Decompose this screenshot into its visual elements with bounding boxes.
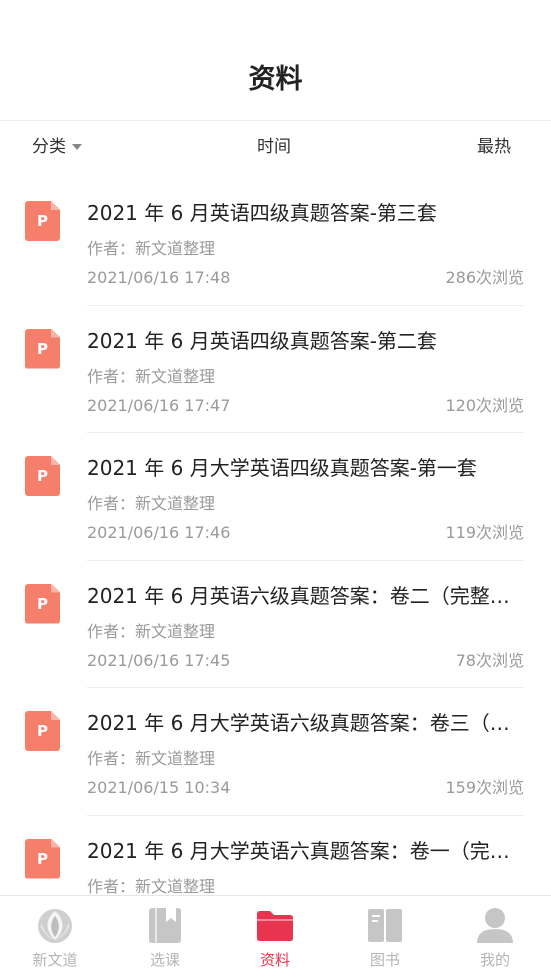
list-item[interactable]: P 2021 年 6 月大学英语四级真题答案-第一套 作者：新文道整理 2021… xyxy=(0,433,551,561)
item-author: 作者：新文道整理 xyxy=(87,494,216,513)
item-views: 119次浏览 xyxy=(445,523,524,542)
tab-bar: 新文道 选课 资料 图书 我的 xyxy=(0,895,551,979)
filter-category-label: 分类 xyxy=(32,137,66,157)
page: 资料 分类 时间 最热 P 2021 年 6 月英语四级真题答案-第三套 作者：… xyxy=(0,0,551,979)
material-list: P 2021 年 6 月英语四级真题答案-第三套 作者：新文道整理 2021/0… xyxy=(0,178,551,943)
tab-course[interactable]: 选课 xyxy=(110,896,220,979)
pdf-file-icon: P xyxy=(25,201,60,241)
pdf-file-icon: P xyxy=(25,328,60,369)
filter-hot[interactable]: 最热 xyxy=(477,135,511,159)
course-book-icon xyxy=(149,908,181,943)
list-item[interactable]: P 2021 年 6 月英语六级真题答案：卷二（完整版） 作者：新文道整理 20… xyxy=(0,561,551,688)
pdf-file-icon: P xyxy=(25,583,60,624)
item-date: 2021/06/16 17:46 xyxy=(87,523,231,542)
item-title: 2021 年 6 月大学英语四级真题答案-第一套 xyxy=(87,456,477,480)
pdf-file-icon: P xyxy=(25,711,60,751)
book-icon xyxy=(368,909,402,942)
tab-profile[interactable]: 我的 xyxy=(440,896,550,979)
pdf-file-icon: P xyxy=(25,838,60,879)
header: 资料 xyxy=(0,0,551,121)
item-title: 2021 年 6 月英语六级真题答案：卷二（完整版） xyxy=(87,583,527,608)
page-title: 资料 xyxy=(248,64,303,95)
tab-materials[interactable]: 资料 xyxy=(220,896,330,979)
item-title: 2021 年 6 月英语四级真题答案-第三套 xyxy=(87,201,437,225)
tab-label: 选课 xyxy=(149,951,180,969)
xinwendao-logo-icon xyxy=(38,909,72,943)
item-views: 78次浏览 xyxy=(455,650,524,670)
tab-label: 资料 xyxy=(259,951,290,969)
tab-books[interactable]: 图书 xyxy=(330,896,440,979)
item-views: 120次浏览 xyxy=(445,395,524,415)
list-item[interactable]: P 2021 年 6 月英语四级真题答案-第三套 作者：新文道整理 2021/0… xyxy=(0,178,551,306)
caret-down-icon xyxy=(72,144,82,150)
item-date: 2021/06/15 10:34 xyxy=(87,778,231,797)
item-views: 286次浏览 xyxy=(445,268,524,287)
item-date: 2021/06/16 17:47 xyxy=(87,395,231,415)
tab-label: 图书 xyxy=(369,951,400,969)
item-date: 2021/06/16 17:45 xyxy=(87,650,231,670)
user-icon xyxy=(477,908,513,943)
item-views: 159次浏览 xyxy=(445,778,524,797)
item-author: 作者：新文道整理 xyxy=(87,621,216,641)
filter-time[interactable]: 时间 xyxy=(257,135,291,159)
item-author: 作者：新文道整理 xyxy=(87,749,216,768)
item-title: 2021 年 6 月大学英语六真题答案：卷一（完整版） xyxy=(87,838,527,863)
filter-bar: 分类 时间 最热 xyxy=(0,121,551,173)
item-author: 作者：新文道整理 xyxy=(87,366,216,386)
folder-icon xyxy=(257,911,293,941)
tab-xinwendao[interactable]: 新文道 xyxy=(0,896,110,979)
item-title: 2021 年 6 月英语四级真题答案-第二套 xyxy=(87,328,437,353)
item-date: 2021/06/16 17:48 xyxy=(87,268,231,287)
pdf-file-icon: P xyxy=(25,456,60,496)
list-item[interactable]: P 2021 年 6 月大学英语六级真题答案：卷三（完整版） 作者：新文道整理 … xyxy=(0,688,551,816)
tab-label: 新文道 xyxy=(32,951,78,969)
filter-category[interactable]: 分类 xyxy=(32,135,82,159)
list-item[interactable]: P 2021 年 6 月英语四级真题答案-第二套 作者：新文道整理 2021/0… xyxy=(0,306,551,433)
item-title: 2021 年 6 月大学英语六级真题答案：卷三（完整版） xyxy=(87,711,527,735)
item-author: 作者：新文道整理 xyxy=(87,239,216,258)
tab-label: 我的 xyxy=(479,951,510,969)
